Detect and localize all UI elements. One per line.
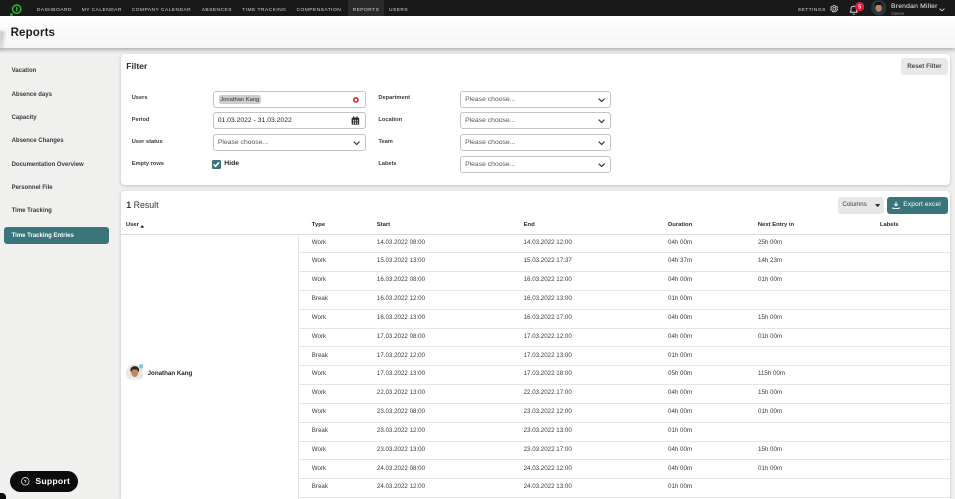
svg-text:5: 5 — [858, 4, 861, 10]
svg-text:?: ? — [24, 479, 27, 484]
